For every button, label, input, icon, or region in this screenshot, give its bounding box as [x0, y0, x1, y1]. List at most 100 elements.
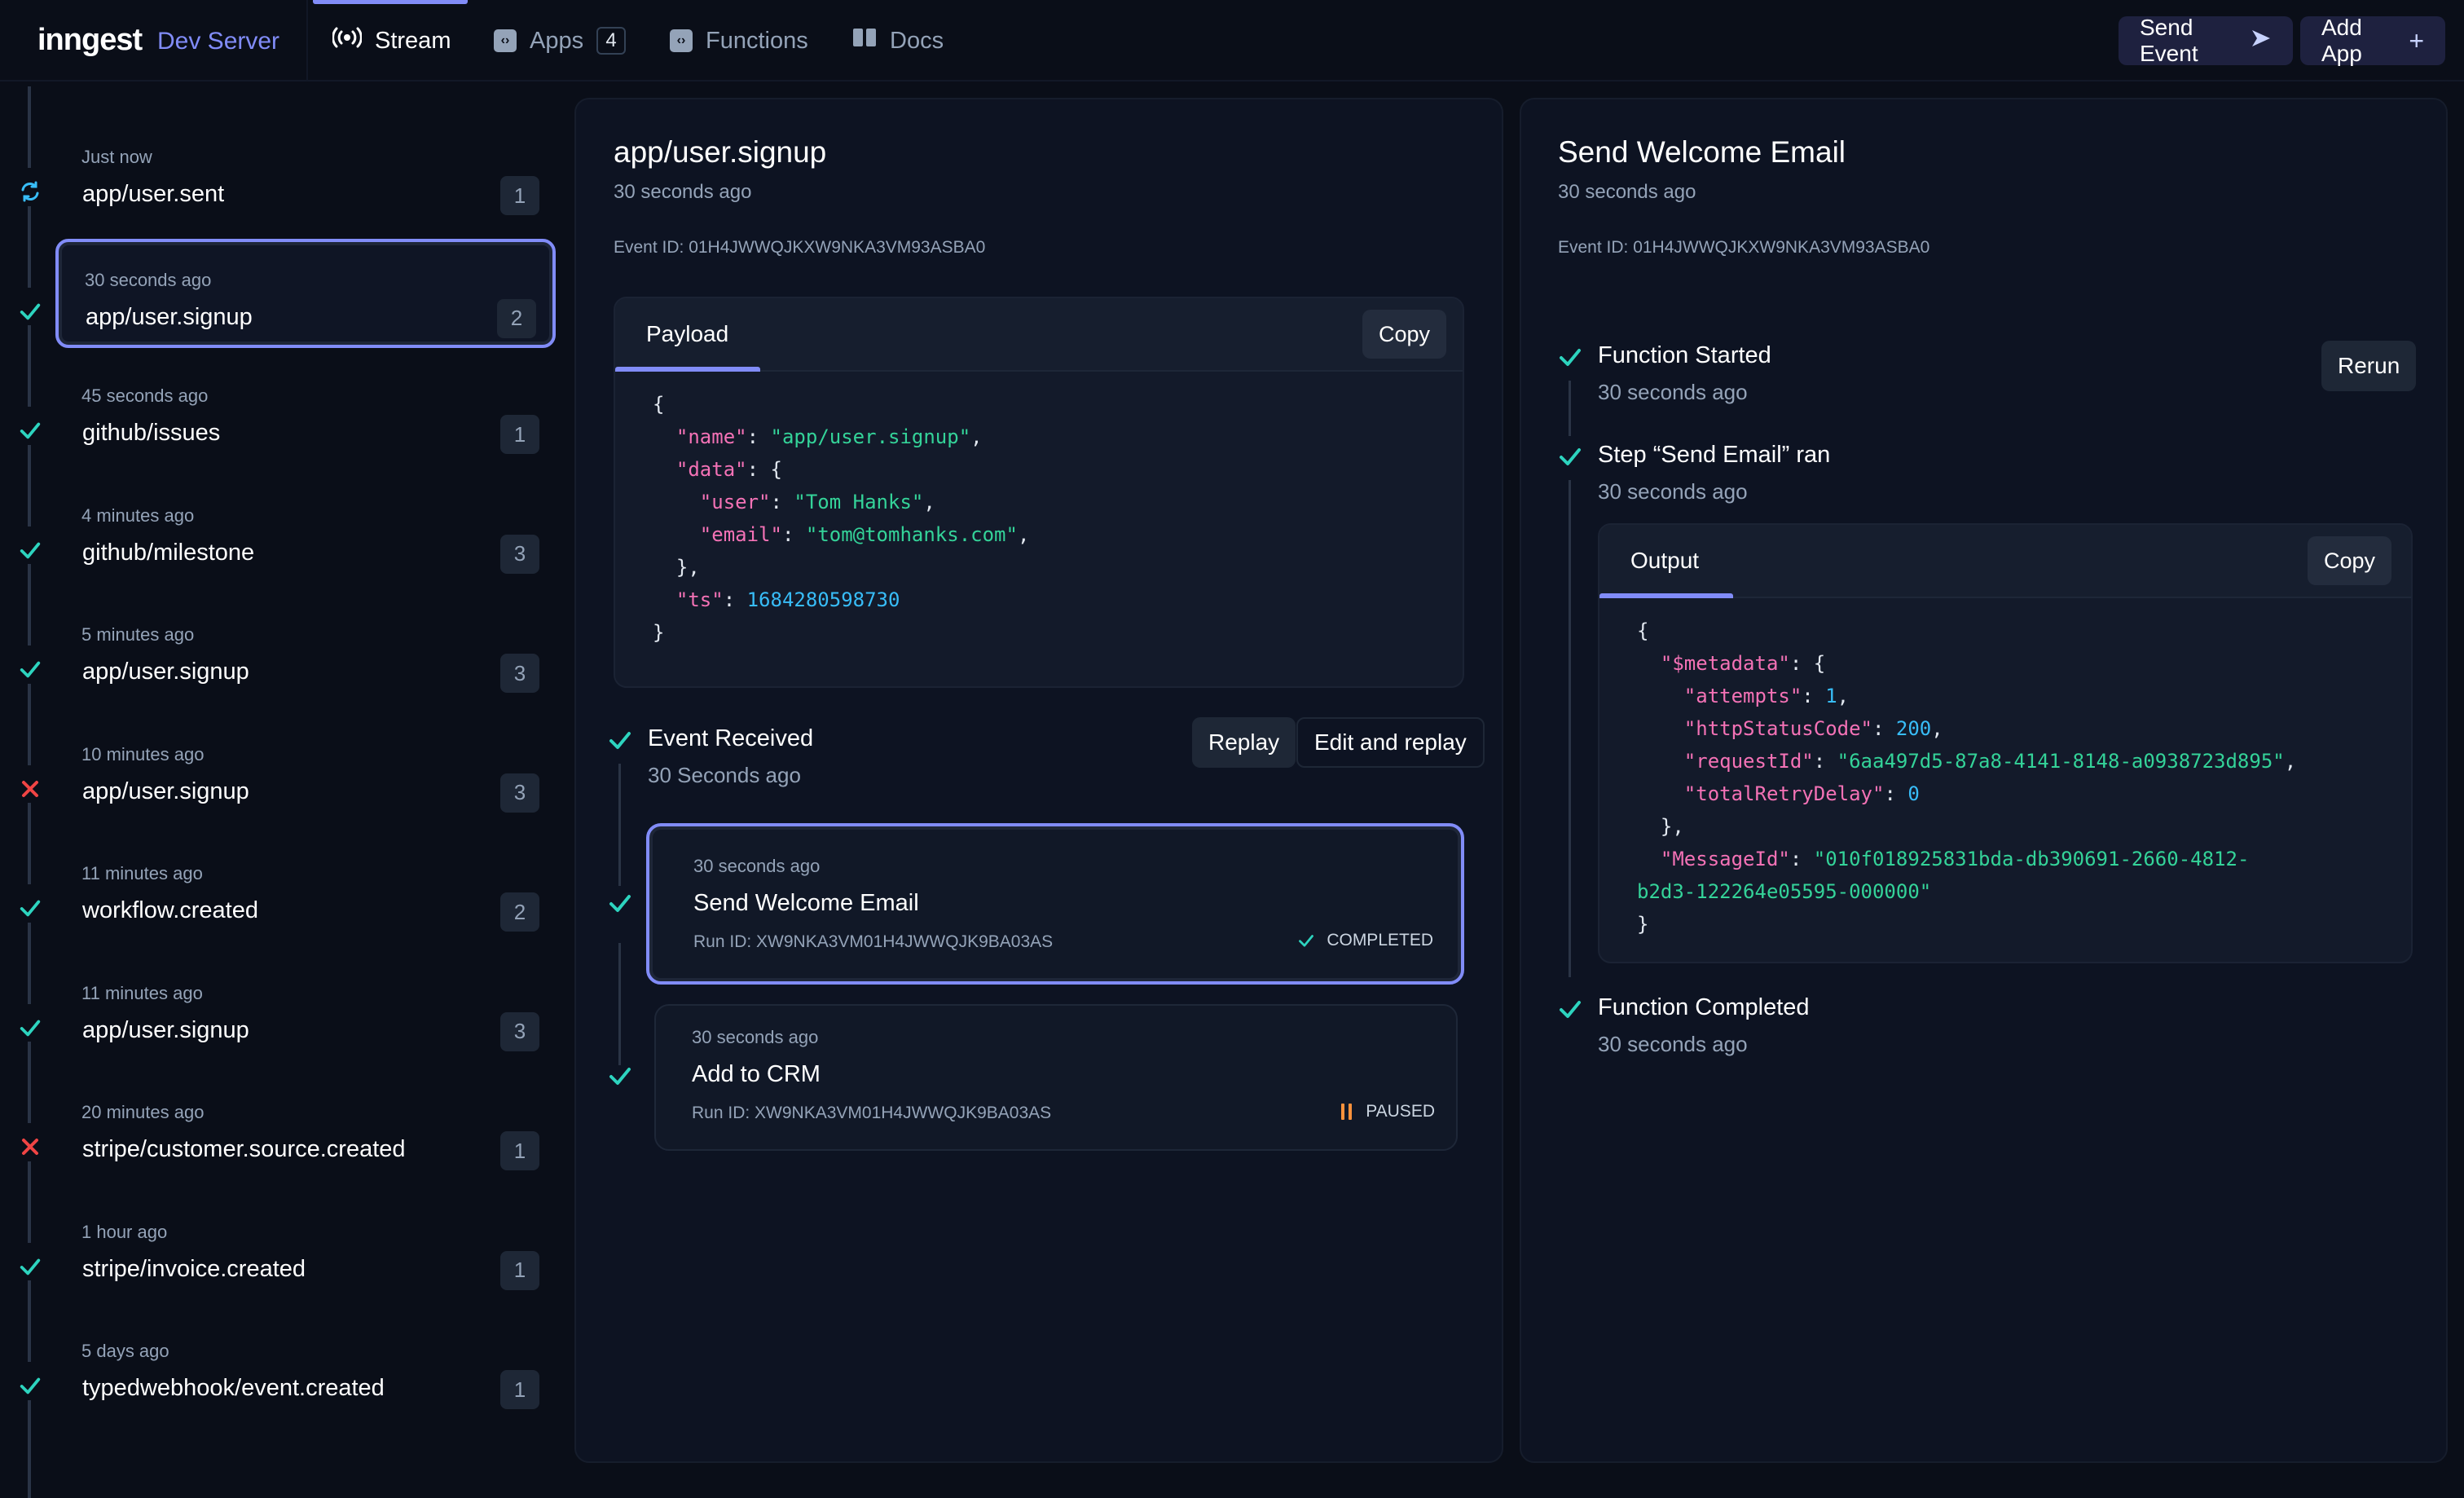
run-status-completed: COMPLETED: [1297, 931, 1433, 950]
timeline-line: [28, 1399, 31, 1498]
event-list-item[interactable]: 20 minutes ago stripe/customer.source.cre…: [55, 1074, 556, 1183]
tab-underline: [1599, 593, 1733, 598]
run-name: Send Welcome Email: [693, 890, 919, 916]
send-icon: [2251, 28, 2272, 54]
step-title: Step “Send Email” ran: [1598, 442, 1831, 468]
event-time: 30 seconds ago: [614, 181, 752, 203]
output-card: Output Copy { "$metadata": { "attempts":…: [1598, 523, 2413, 963]
replay-button[interactable]: Replay: [1192, 717, 1296, 768]
event-list-item[interactable]: 5 minutes ago app/user.signup 3: [55, 597, 556, 706]
check-icon: [1299, 935, 1314, 947]
timeline-line: [28, 325, 31, 407]
event-name: stripe/customer.source.created: [82, 1136, 406, 1162]
tab-output[interactable]: Output: [1630, 548, 1699, 574]
event-id: Event ID: 01H4JWWQJKXW9NKA3VM93ASBA0: [614, 238, 986, 257]
event-list-item[interactable]: 1 hour ago stripe/invoice.created 1: [55, 1194, 556, 1303]
event-name: stripe/invoice.created: [82, 1255, 306, 1282]
step-time: 30 seconds ago: [1598, 1032, 1748, 1056]
nav-tab-apps[interactable]: ‹› Apps 4: [494, 23, 627, 59]
event-time: Just now: [81, 147, 152, 167]
run-count-badge: 3: [500, 773, 539, 813]
event-list-item[interactable]: 10 minutes ago app/user.signup 3: [55, 716, 556, 826]
timeline-line: [28, 205, 31, 288]
output-json: { "$metadata": { "attempts": 1, "httpSta…: [1637, 619, 2297, 936]
broadcast-icon: [332, 26, 363, 55]
event-name: app/user.signup: [82, 1016, 249, 1043]
run-count-badge: 1: [500, 1370, 539, 1409]
code-icon: ‹›: [670, 29, 693, 52]
event-time: 1 hour ago: [81, 1221, 168, 1242]
run-time: 30 seconds ago: [693, 856, 821, 876]
payload-json: { "name": "app/user.signup", "data": { "…: [653, 393, 1030, 644]
step-title: Function Started: [1598, 342, 1771, 368]
event-time: 4 minutes ago: [81, 504, 195, 526]
check-icon: [16, 655, 44, 683]
run-count-badge: 1: [500, 415, 539, 454]
pause-icon: [1341, 1104, 1353, 1120]
inngest-logo: inngest: [37, 23, 143, 57]
copy-output-button[interactable]: Copy: [2307, 536, 2391, 585]
x-icon: [16, 775, 44, 803]
event-time: 20 minutes ago: [81, 1102, 205, 1122]
event-time: 11 minutes ago: [81, 982, 203, 1003]
timeline-line: [28, 683, 31, 765]
check-icon: [16, 297, 44, 325]
run-detail-panel: Send Welcome Email 30 seconds ago Event …: [1520, 98, 2448, 1463]
event-stream-list: Just now app/user.sent 1 30 seconds ago app/…: [0, 83, 562, 1498]
run-count-badge: 1: [500, 176, 539, 215]
event-list-item[interactable]: 30 seconds ago app/user.signup 2: [55, 238, 556, 348]
event-list-item[interactable]: 11 minutes ago app/user.signup 3: [55, 955, 556, 1064]
nav-tab-label: Docs: [890, 27, 944, 54]
copy-payload-button[interactable]: Copy: [1362, 310, 1446, 359]
active-tab-indicator: [313, 0, 468, 4]
nav-tab-docs[interactable]: Docs: [852, 23, 944, 59]
run-count-badge: 3: [500, 654, 539, 693]
run-card[interactable]: 30 seconds ago Send Welcome Email Run ID…: [646, 823, 1464, 985]
rerun-button[interactable]: Rerun: [2321, 341, 2417, 391]
event-list-item[interactable]: 45 seconds ago github/issues 1: [55, 358, 556, 467]
event-name: app/user.signup: [86, 303, 253, 330]
x-icon: [16, 1133, 44, 1161]
event-title: app/user.signup: [614, 135, 827, 169]
event-list-item[interactable]: Just now app/user.sent 1: [55, 119, 556, 228]
payload-tabbar: Payload Copy: [615, 298, 1463, 372]
refresh-icon: [16, 178, 44, 205]
plus-icon: +: [2409, 25, 2424, 55]
check-icon: [609, 732, 631, 749]
run-count-badge: 1: [500, 1250, 539, 1290]
book-icon: [852, 27, 877, 55]
event-list-item[interactable]: 4 minutes ago github/milestone 3: [55, 478, 556, 587]
nav-tab-label: Functions: [706, 27, 808, 54]
event-list-item[interactable]: 11 minutes ago workflow.created 2: [55, 835, 556, 945]
add-app-button[interactable]: Add App +: [2300, 15, 2445, 66]
event-name: typedwebhook/event.created: [82, 1375, 385, 1401]
send-event-label: Send Event: [2140, 15, 2198, 66]
event-list-item[interactable]: 5 days ago typedwebhook/event.created 1: [55, 1313, 556, 1422]
timeline-line: [618, 943, 621, 1065]
nav-tab-functions[interactable]: ‹› Functions: [670, 23, 808, 59]
check-icon: [16, 416, 44, 444]
nav-tab-stream[interactable]: Stream: [332, 23, 451, 59]
run-count-badge: 3: [500, 534, 539, 574]
check-icon: [16, 1372, 44, 1399]
run-id: Run ID: XW9NKA3VM01H4JWWQJK9BA03AS: [692, 1104, 1052, 1122]
event-name: github/issues: [82, 420, 221, 446]
step-title: Function Completed: [1598, 994, 1810, 1020]
run-event-id: Event ID: 01H4JWWQJKXW9NKA3VM93ASBA0: [1558, 238, 1930, 257]
event-time: 10 minutes ago: [81, 743, 205, 764]
dev-server-label: Dev Server: [157, 28, 280, 55]
check-icon: [16, 536, 44, 564]
event-name: app/user.signup: [82, 778, 249, 804]
check-icon: [609, 1068, 631, 1085]
timeline-line: [28, 564, 31, 645]
run-name: Add to CRM: [692, 1061, 821, 1087]
run-card[interactable]: 30 seconds ago Add to CRM Run ID: XW9NKA…: [654, 1004, 1458, 1151]
tab-payload[interactable]: Payload: [646, 321, 728, 347]
header-divider: [306, 0, 308, 82]
timeline-line: [28, 1280, 31, 1362]
send-event-button[interactable]: Send Event: [2119, 15, 2293, 66]
timeline-line: [28, 86, 31, 168]
timeline-line: [28, 922, 31, 1004]
edit-and-replay-button[interactable]: Edit and replay: [1296, 717, 1485, 768]
run-time: 30 seconds ago: [1558, 181, 1696, 203]
